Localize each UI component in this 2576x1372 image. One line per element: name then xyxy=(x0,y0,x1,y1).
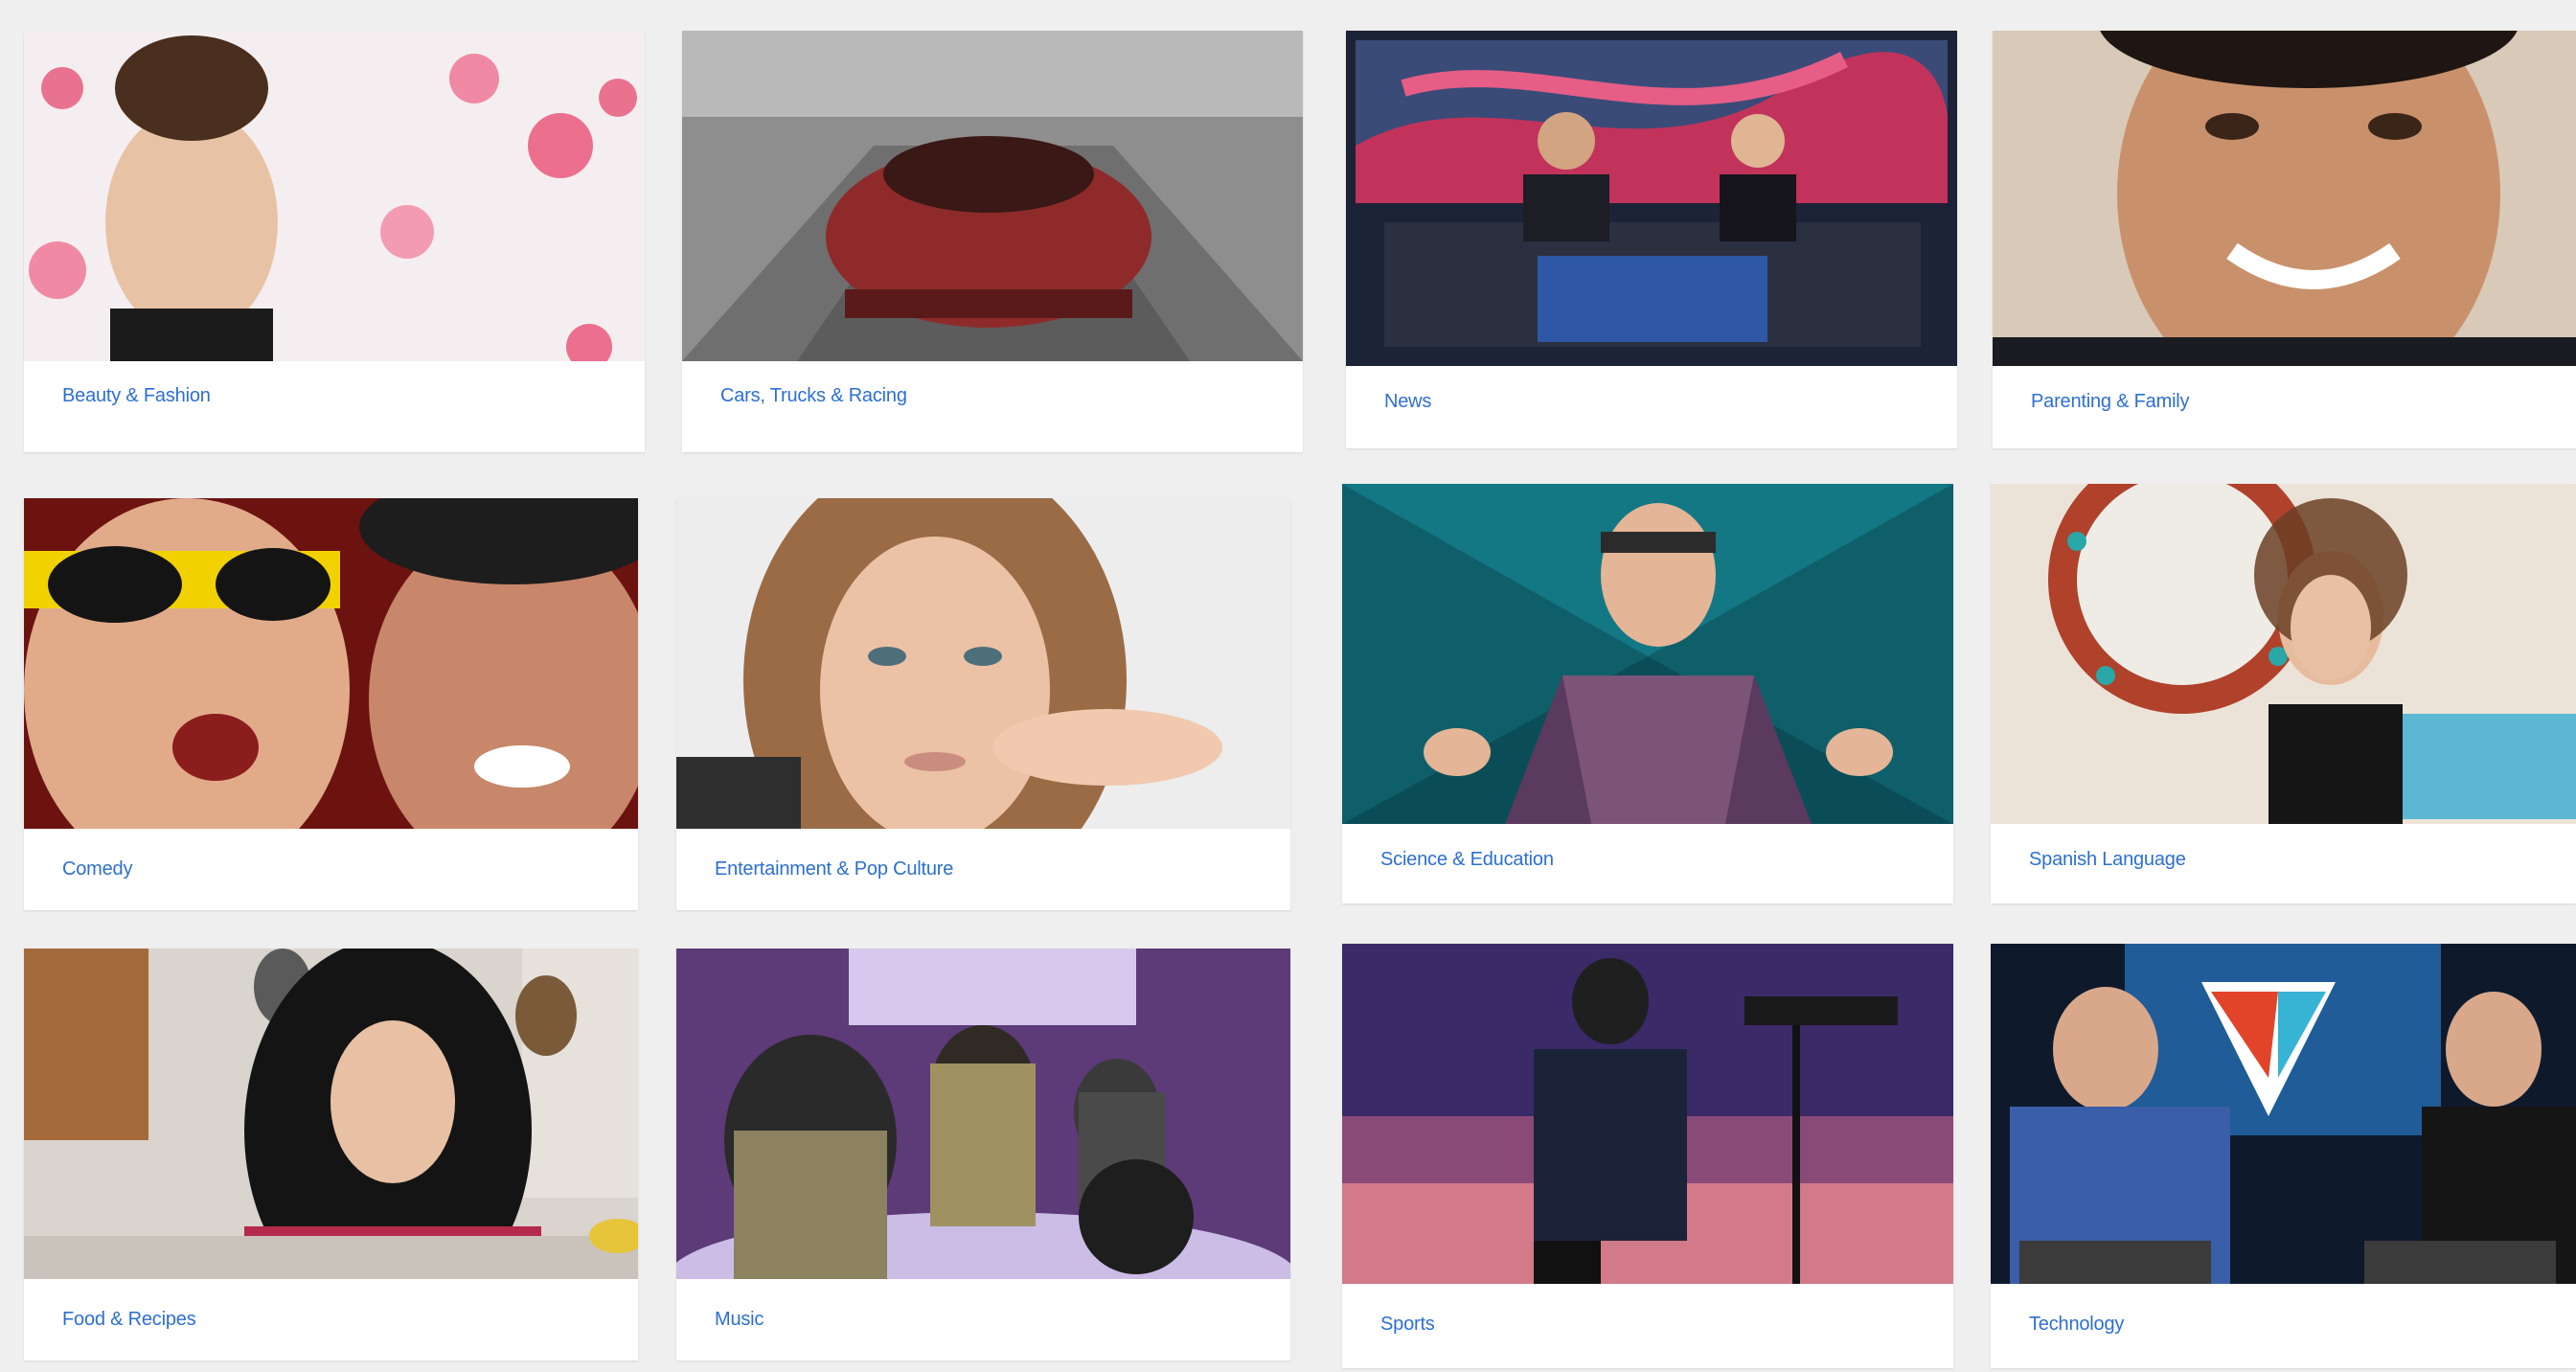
category-thumbnail-spanish-language xyxy=(1991,484,2576,824)
category-card-food-recipes[interactable]: Food & Recipes xyxy=(24,949,638,1361)
category-thumbnail-parenting-family xyxy=(1993,31,2576,366)
category-label[interactable]: Cars, Trucks & Racing xyxy=(720,385,907,407)
category-card-comedy[interactable]: Comedy xyxy=(24,498,638,910)
category-thumbnail-food-recipes xyxy=(24,949,638,1279)
category-thumbnail-music xyxy=(676,949,1290,1279)
category-card-science-education[interactable]: Science & Education xyxy=(1342,484,1953,903)
category-label[interactable]: Food & Recipes xyxy=(62,1309,196,1331)
category-grid-page: Beauty & Fashion Cars, Trucks & Racing N… xyxy=(0,0,2576,1372)
category-thumbnail-sports xyxy=(1342,944,1953,1284)
category-label[interactable]: Beauty & Fashion xyxy=(62,385,211,407)
category-label[interactable]: Science & Education xyxy=(1380,849,1554,871)
category-card-spanish-language[interactable]: Spanish Language xyxy=(1991,484,2576,903)
category-thumbnail-technology xyxy=(1991,944,2576,1284)
category-card-music[interactable]: Music xyxy=(676,949,1290,1361)
category-label[interactable]: Comedy xyxy=(62,858,132,880)
category-thumbnail-science-education xyxy=(1342,484,1953,824)
category-label[interactable]: Sports xyxy=(1380,1314,1435,1336)
category-label[interactable]: News xyxy=(1384,391,1431,413)
category-thumbnail-cars-trucks-racing xyxy=(682,31,1303,361)
category-card-entertainment-pop-culture[interactable]: Entertainment & Pop Culture xyxy=(676,498,1290,910)
category-label[interactable]: Music xyxy=(715,1309,764,1331)
category-label[interactable]: Parenting & Family xyxy=(2031,391,2190,413)
category-card-cars-trucks-racing[interactable]: Cars, Trucks & Racing xyxy=(682,31,1303,452)
category-thumbnail-beauty-fashion xyxy=(24,31,645,361)
category-card-sports[interactable]: Sports xyxy=(1342,944,1953,1368)
category-thumbnail-news xyxy=(1346,31,1957,366)
category-label[interactable]: Technology xyxy=(2029,1314,2124,1336)
category-card-news[interactable]: News xyxy=(1346,31,1957,448)
category-thumbnail-entertainment-pop-culture xyxy=(676,498,1290,829)
category-thumbnail-comedy xyxy=(24,498,638,829)
category-card-technology[interactable]: Technology xyxy=(1991,944,2576,1368)
category-card-parenting-family[interactable]: Parenting & Family xyxy=(1993,31,2576,448)
category-label[interactable]: Spanish Language xyxy=(2029,849,2186,871)
category-label[interactable]: Entertainment & Pop Culture xyxy=(715,858,953,880)
category-card-beauty-fashion[interactable]: Beauty & Fashion xyxy=(24,31,645,452)
